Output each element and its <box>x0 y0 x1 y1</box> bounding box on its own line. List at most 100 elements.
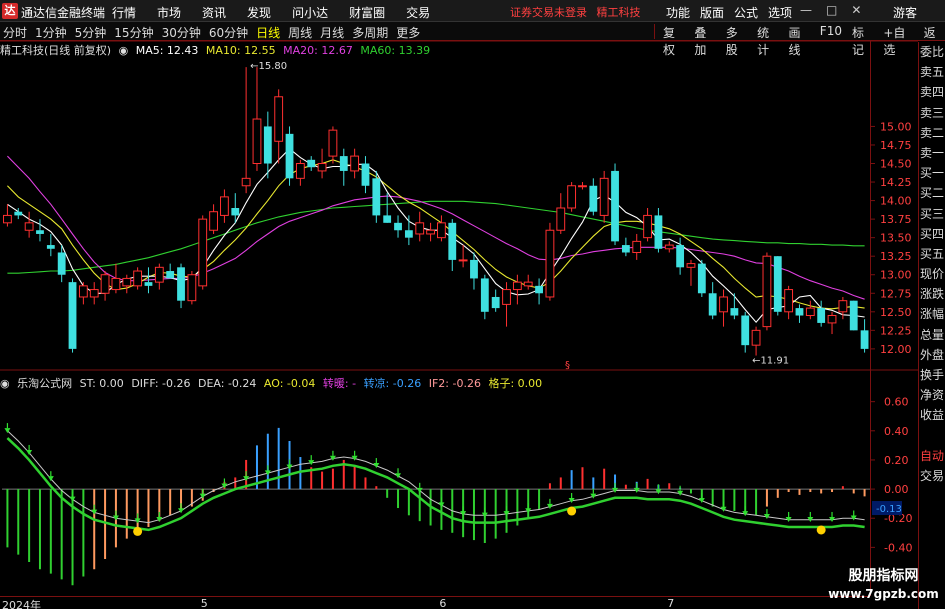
candle-body-down <box>285 133 294 179</box>
quote-bid2[interactable]: 买二 <box>919 183 945 203</box>
candle-body-down <box>730 308 739 316</box>
ma5-label: MA5: 12.43 <box>135 44 199 57</box>
quote-earnings[interactable]: 收益 <box>919 405 945 425</box>
candle-body-up <box>252 118 262 165</box>
candle-body-down <box>817 308 826 323</box>
signal-dot <box>133 526 143 536</box>
candle-body-up <box>664 244 674 250</box>
candle-body-up <box>512 281 522 291</box>
candle-body-up <box>274 96 284 142</box>
candle-body-up <box>751 329 761 346</box>
candle-body-up <box>100 274 110 294</box>
quote-panel: 委比 卖五 卖四 卖三 卖二 卖一 买一 买二 买三 买四 买五 现价 涨跌 涨… <box>918 42 945 609</box>
indicator-tick-label: 0.40 <box>884 425 909 438</box>
price-tick-label: 12.00 <box>880 343 912 356</box>
indicator-main-line <box>6 437 865 532</box>
price-tick-label: 12.75 <box>880 287 912 300</box>
quote-volume[interactable]: 总量 <box>919 325 945 345</box>
candle-body-down <box>773 256 782 312</box>
quote-turnover[interactable]: 换手 <box>919 365 945 385</box>
quote-ask1[interactable]: 卖一 <box>919 143 945 163</box>
price-tick-label: 14.25 <box>880 176 912 189</box>
candle-body-up <box>556 207 566 231</box>
candle-body-down <box>491 296 500 309</box>
candle-body-down <box>676 245 685 268</box>
indicator-tick-label: 0.60 <box>884 396 909 409</box>
indicator-diff: DIFF: -0.26 <box>131 377 191 390</box>
x-axis-label-june: 6 <box>439 597 447 609</box>
candle-body-down <box>654 215 663 249</box>
candle-body-down <box>166 271 175 279</box>
candle-body-down <box>394 222 402 231</box>
quote-ask3[interactable]: 卖三 <box>919 103 945 123</box>
candle-body-down <box>621 245 630 253</box>
indicator-warm: 转暖: - <box>322 377 357 390</box>
down-arrow-marker <box>720 506 727 512</box>
quote-ask4[interactable]: 卖四 <box>919 82 945 102</box>
candle-body-up <box>241 177 251 187</box>
candle-body-up <box>89 289 99 298</box>
down-arrow-marker <box>156 516 163 522</box>
quote-change-pct[interactable]: 涨幅 <box>919 304 945 324</box>
candle-body-up <box>198 218 208 287</box>
main-chart-header: 精工科技(日线 前复权) ◉ MA5: 12.43 MA10: 12.55 MA… <box>0 42 434 57</box>
quote-bid3[interactable]: 买三 <box>919 204 945 224</box>
price-tick-label: 12.50 <box>880 306 912 319</box>
indicator-tick-label: 0.20 <box>884 454 909 467</box>
candle-body-down <box>339 156 348 171</box>
candle-body-down <box>708 293 717 316</box>
price-tick-label: 13.00 <box>880 269 912 282</box>
x-axis: 2024年 5 6 7 <box>0 596 870 609</box>
candle-body-up <box>643 214 652 239</box>
quote-net-assets[interactable]: 净资 <box>919 385 945 405</box>
candle-body-down <box>470 259 478 279</box>
candle-body-down <box>307 159 316 168</box>
x-axis-label-july: 7 <box>667 597 675 609</box>
indicator-eye-icon[interactable]: ◉ <box>0 377 10 390</box>
indicator-ao: AO: -0.04 <box>263 377 316 390</box>
candle-body-down <box>535 285 543 294</box>
candle-body-up <box>719 296 728 313</box>
candle-body-down <box>860 330 869 349</box>
candle-body-down <box>589 185 598 212</box>
quote-outer-volume[interactable]: 外盘 <box>919 345 945 365</box>
price-tick-label: 13.50 <box>880 232 912 245</box>
ma20-label: MA20: 12.67 <box>283 44 353 57</box>
indicator-tick-label: -0.40 <box>884 541 912 554</box>
candle-body-down <box>404 230 413 238</box>
down-arrow-marker <box>178 508 185 514</box>
quote-trade[interactable]: 交易 <box>919 466 945 486</box>
x-axis-label-may: 5 <box>200 597 208 609</box>
price-tick-label: 14.75 <box>880 139 912 152</box>
candle-body-up <box>827 315 837 324</box>
quote-change[interactable]: 涨跌 <box>919 284 945 304</box>
candle-body-up <box>111 277 121 291</box>
candle-body-down <box>177 267 185 301</box>
watermark-url: www.7gpzb.com <box>828 587 939 601</box>
eye-icon[interactable]: ◉ <box>119 44 129 57</box>
price-tick-label: 12.25 <box>880 324 912 337</box>
candle-body-up <box>122 277 132 287</box>
quote-bid1[interactable]: 买一 <box>919 163 945 183</box>
candle-body-up <box>317 163 327 172</box>
price-tick-label: 13.75 <box>880 213 912 226</box>
quote-auto[interactable]: 自动 <box>919 446 945 466</box>
candle-body-up <box>762 255 772 328</box>
indicator-name[interactable]: 乐淘公式网 <box>17 377 72 390</box>
signal-dot <box>816 525 826 535</box>
quote-bid5[interactable]: 买五 <box>919 244 945 264</box>
quote-ask5[interactable]: 卖五 <box>919 62 945 82</box>
quote-ask2[interactable]: 卖二 <box>919 123 945 143</box>
quote-price[interactable]: 现价 <box>919 264 945 284</box>
ma10-label: MA10: 12.55 <box>205 44 276 57</box>
chart-canvas[interactable]: 15.00 14.75 14.50 14.25 14.00 13.75 13.50 13.25… <box>0 0 945 609</box>
quote-commission-ratio[interactable]: 委比 <box>919 42 945 62</box>
candle-body-up <box>328 129 338 157</box>
candle-body-down <box>68 282 77 349</box>
ma60-line <box>7 200 865 274</box>
candle-body-down <box>611 170 619 242</box>
quote-bid4[interactable]: 买四 <box>919 224 945 244</box>
candle-body-up <box>545 229 555 298</box>
candle-body-up <box>220 196 229 216</box>
candle-body-down <box>14 211 23 216</box>
